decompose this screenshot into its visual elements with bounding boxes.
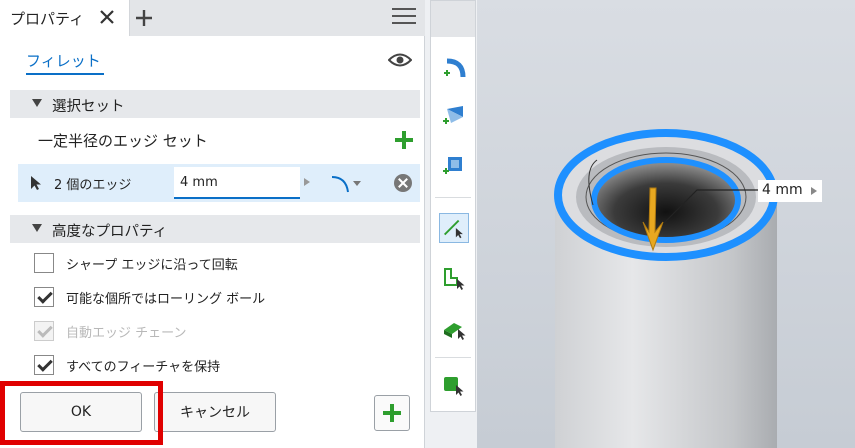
option-preserve-all-features[interactable]: すべてのフィーチャを保持 bbox=[34, 353, 414, 377]
edge-set-row[interactable]: 2 個のエッジ bbox=[18, 164, 420, 202]
option-auto-edge-chain: 自動エッジ チェーン bbox=[34, 319, 414, 343]
feature-name-link[interactable]: フィレット bbox=[26, 50, 101, 71]
option-rolling-ball[interactable]: 可能な個所ではローリング ボール bbox=[34, 285, 414, 309]
select-edge-tool-icon[interactable] bbox=[439, 213, 469, 243]
option-label: 自動エッジ チェーン bbox=[66, 326, 187, 341]
palette-separator bbox=[435, 357, 471, 358]
section-selection-set-label: 選択セット bbox=[52, 99, 125, 115]
palette-header bbox=[431, 1, 475, 37]
panel-tab-bar: プロパティ bbox=[0, 0, 425, 36]
feature-underline bbox=[26, 73, 104, 75]
input-flyout-arrow-icon[interactable] bbox=[304, 178, 310, 186]
remove-edge-set-icon[interactable] bbox=[394, 174, 412, 192]
feature-row: フィレット bbox=[0, 36, 425, 84]
close-icon[interactable] bbox=[97, 7, 117, 27]
edge-count-label: 2 個のエッジ bbox=[54, 178, 132, 193]
select-loop-tool-icon[interactable] bbox=[439, 263, 469, 293]
eye-icon[interactable] bbox=[388, 52, 412, 68]
collapse-arrow-icon bbox=[32, 224, 42, 232]
3d-viewport[interactable]: 4 mm bbox=[477, 0, 855, 448]
apply-add-button[interactable] bbox=[374, 395, 410, 431]
checkbox[interactable] bbox=[34, 287, 54, 307]
add-edge-set-icon[interactable] bbox=[394, 130, 414, 150]
properties-panel: プロパティ フィレット 選択セット 一定半径のエッジ セット 2 個のエッジ 4… bbox=[0, 0, 425, 448]
cancel-button[interactable]: キャンセル bbox=[154, 392, 276, 432]
select-feature-tool-icon[interactable] bbox=[439, 313, 469, 343]
fillet-profile-dropdown-icon[interactable] bbox=[328, 170, 368, 196]
tube-model[interactable] bbox=[477, 0, 855, 448]
face-fillet-icon[interactable] bbox=[439, 101, 469, 131]
menu-icon[interactable] bbox=[392, 8, 416, 28]
fillet-tool-palette bbox=[430, 0, 476, 412]
palette-separator bbox=[435, 197, 471, 198]
collapse-arrow-icon bbox=[32, 99, 42, 107]
tab-properties[interactable]: プロパティ bbox=[0, 0, 130, 36]
section-advanced-properties-label: 高度なプロパティ bbox=[52, 224, 168, 240]
dimension-input[interactable]: 4 mm bbox=[758, 180, 822, 202]
tab-properties-label: プロパティ bbox=[10, 10, 85, 28]
add-tab-icon[interactable] bbox=[132, 6, 156, 30]
dimension-value: 4 mm bbox=[762, 182, 803, 198]
option-rotate-along-sharp-edges[interactable]: シャープ エッジに沿って回転 bbox=[34, 251, 414, 275]
full-round-fillet-icon[interactable] bbox=[439, 151, 469, 181]
select-solid-tool-icon[interactable] bbox=[439, 371, 469, 401]
option-label: 可能な個所ではローリング ボール bbox=[66, 292, 266, 307]
edge-set-label: 一定半径のエッジ セット bbox=[38, 132, 208, 150]
dimension-flyout-arrow-icon[interactable] bbox=[811, 187, 817, 195]
section-selection-set[interactable]: 選択セット bbox=[10, 90, 420, 118]
ok-highlight-frame bbox=[0, 381, 163, 445]
checkbox[interactable] bbox=[34, 355, 54, 375]
select-cursor-icon bbox=[31, 176, 41, 190]
section-advanced-properties[interactable]: 高度なプロパティ bbox=[10, 215, 420, 243]
radius-input[interactable] bbox=[174, 167, 300, 199]
plus-icon bbox=[382, 403, 402, 423]
checkbox[interactable] bbox=[34, 253, 54, 273]
edge-fillet-icon[interactable] bbox=[439, 55, 469, 85]
option-label: すべてのフィーチャを保持 bbox=[66, 360, 221, 375]
option-label: シャープ エッジに沿って回転 bbox=[66, 258, 238, 273]
checkbox bbox=[34, 321, 54, 341]
